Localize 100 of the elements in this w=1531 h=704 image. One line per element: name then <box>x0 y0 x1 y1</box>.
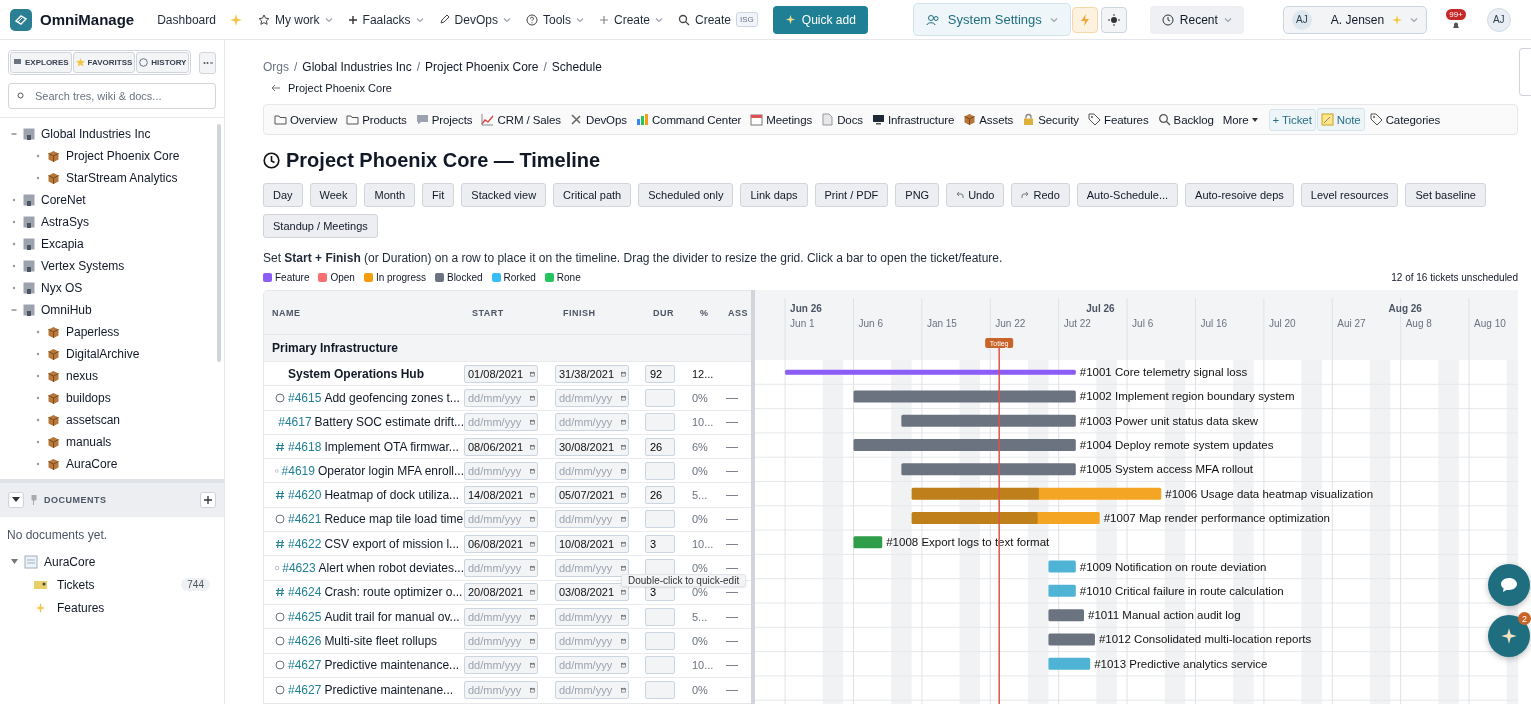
tree-item[interactable]: Features <box>0 596 224 619</box>
date-field[interactable]: 10/08/2021 <box>555 534 629 553</box>
duration-field[interactable] <box>645 388 675 407</box>
section-tab[interactable]: Products <box>342 108 411 131</box>
breadcrumb-link[interactable]: Schedule <box>551 60 602 74</box>
calendar-icon[interactable] <box>530 490 535 501</box>
ticket-id[interactable]: #4626 <box>288 633 322 648</box>
toolbar-button[interactable]: Level resources <box>1300 183 1399 207</box>
date-field[interactable]: 08/06/2021 <box>464 437 538 456</box>
section-tab[interactable]: Backlog <box>1153 108 1218 131</box>
back-link[interactable]: Project Phoenix Core <box>263 74 1518 94</box>
tree-item[interactable]: Paperless <box>0 321 224 343</box>
date-field[interactable]: dd/mm/yyy <box>464 631 538 650</box>
more-menu[interactable]: More <box>1218 108 1262 131</box>
date-field[interactable]: dd/mm/yyy <box>464 510 538 529</box>
logo-icon[interactable] <box>10 8 32 31</box>
date-field[interactable]: 20/08/2021 <box>464 583 538 602</box>
calendar-icon[interactable] <box>621 490 626 501</box>
collapse-button[interactable] <box>8 492 24 508</box>
tree-item[interactable]: AuraCore <box>0 550 224 573</box>
section-tab[interactable]: Features <box>1083 108 1153 131</box>
task-bar[interactable] <box>853 439 1076 452</box>
task-bar[interactable] <box>911 487 1162 500</box>
tree-item[interactable]: AuraCore <box>0 453 224 475</box>
date-field[interactable]: dd/mm/yyy <box>464 388 538 407</box>
section-tab[interactable]: Assets <box>959 108 1018 131</box>
date-field[interactable]: dd/mm/yyy <box>555 607 629 626</box>
date-field[interactable]: dd/mm/yyy <box>464 656 538 675</box>
ticket-id[interactable]: #4627 <box>288 682 322 697</box>
date-field[interactable]: 31/38/2021 <box>555 364 629 383</box>
ticket-id[interactable]: #4624 <box>288 585 322 600</box>
section-tab[interactable]: Docs <box>817 108 867 131</box>
duration-field[interactable] <box>645 510 675 529</box>
tree-item[interactable]: DigitalArchive <box>0 343 224 365</box>
section-tab[interactable]: Categories <box>1365 108 1445 131</box>
date-field[interactable]: dd/mm/yyy <box>464 559 538 577</box>
ticket-id[interactable]: #4617 <box>278 415 312 430</box>
tree-item[interactable]: Excapia <box>0 233 224 255</box>
date-field[interactable]: dd/mm/yyy <box>555 656 629 675</box>
toolbar-button[interactable]: Print / PDF <box>814 183 889 207</box>
date-field[interactable]: dd/mm/yyy <box>555 388 629 407</box>
toolbar-button[interactable]: Stacked view <box>461 183 547 207</box>
ticket-id[interactable]: #4625 <box>288 609 322 624</box>
search-field[interactable]: Search tres, wiki & docs... <box>8 83 216 109</box>
duration-field[interactable]: 3 <box>645 534 675 553</box>
collapse-icon[interactable] <box>11 558 18 565</box>
collapse-icon[interactable] <box>11 307 17 313</box>
section-tab[interactable]: Overview <box>270 108 342 131</box>
date-field[interactable]: dd/mm/yyy <box>555 461 629 480</box>
user-avatar[interactable]: AJ <box>1486 7 1511 32</box>
nav-menu[interactable]: DevOps <box>438 12 511 27</box>
sidebar-tab[interactable]: HISTORY <box>136 52 190 73</box>
duration-field[interactable] <box>645 656 675 675</box>
calendar-icon[interactable] <box>530 587 535 598</box>
section-tab[interactable]: CRM / Sales <box>477 108 565 131</box>
breadcrumb-link[interactable]: Orgs <box>263 60 289 74</box>
task-bar[interactable] <box>911 511 1100 524</box>
sidebar-tab[interactable]: FAVORITSS <box>72 52 136 73</box>
tree-item[interactable]: AstraSys <box>0 211 224 233</box>
toolbar-button[interactable]: Set baseline <box>1405 183 1486 207</box>
calendar-icon[interactable] <box>621 514 626 525</box>
duration-field[interactable] <box>645 680 675 699</box>
task-bar[interactable] <box>1048 609 1084 622</box>
more-button[interactable] <box>199 51 216 74</box>
calendar-icon[interactable] <box>530 563 535 573</box>
user-menu[interactable]: AJ A. Jensen <box>1282 5 1428 34</box>
date-field[interactable]: 06/08/2021 <box>464 534 538 553</box>
assistant-button[interactable] <box>1488 615 1530 657</box>
date-field[interactable]: 30/08/2021 <box>555 437 629 456</box>
tree-item[interactable]: Tickets 744 <box>0 573 224 596</box>
recent-button[interactable]: Recent <box>1149 5 1244 34</box>
nav-menu[interactable]: Faalacks <box>347 12 424 27</box>
summary-bar[interactable] <box>785 369 1076 375</box>
ticket-id[interactable]: #4621 <box>288 512 322 527</box>
scrollbar[interactable] <box>217 124 221 362</box>
toolbar-button[interactable]: Auto-resoive deps <box>1185 183 1294 207</box>
sidebar-tab[interactable]: EXPLORES <box>10 52 72 73</box>
date-field[interactable]: 03/08/2021 <box>555 583 629 602</box>
toolbar-button[interactable]: Day <box>263 183 303 207</box>
date-field[interactable]: dd/mm/yyy <box>464 607 538 626</box>
nav-menu[interactable]: My work <box>257 12 333 27</box>
calendar-icon[interactable] <box>621 660 626 671</box>
toolbar-button[interactable]: Scheduled only <box>638 183 734 207</box>
action-button[interactable]: Note <box>1316 108 1365 131</box>
tree-item[interactable]: Nyx OS <box>0 277 224 299</box>
ticket-id[interactable]: #4622 <box>288 536 322 551</box>
duration-field[interactable] <box>645 461 675 480</box>
duration-field[interactable]: 92 <box>645 364 675 383</box>
date-field[interactable]: dd/mm/yyy <box>555 680 629 699</box>
breadcrumb-link[interactable]: Project Phoenix Core <box>425 60 539 74</box>
task-bar[interactable] <box>901 414 1076 427</box>
date-field[interactable]: dd/mm/yyy <box>464 680 538 699</box>
tree-item[interactable]: Global Industries Inc <box>0 123 224 145</box>
tree-item[interactable]: StarStream Analytics <box>0 167 224 189</box>
calendar-icon[interactable] <box>621 587 626 598</box>
toolbar-button[interactable]: Standup / Meetings <box>263 214 378 238</box>
tree-item[interactable]: manuals <box>0 431 224 453</box>
task-bar[interactable] <box>1048 657 1091 670</box>
nav-menu[interactable]: Create ISG <box>678 12 758 27</box>
toolbar-button[interactable]: Week <box>309 183 358 207</box>
